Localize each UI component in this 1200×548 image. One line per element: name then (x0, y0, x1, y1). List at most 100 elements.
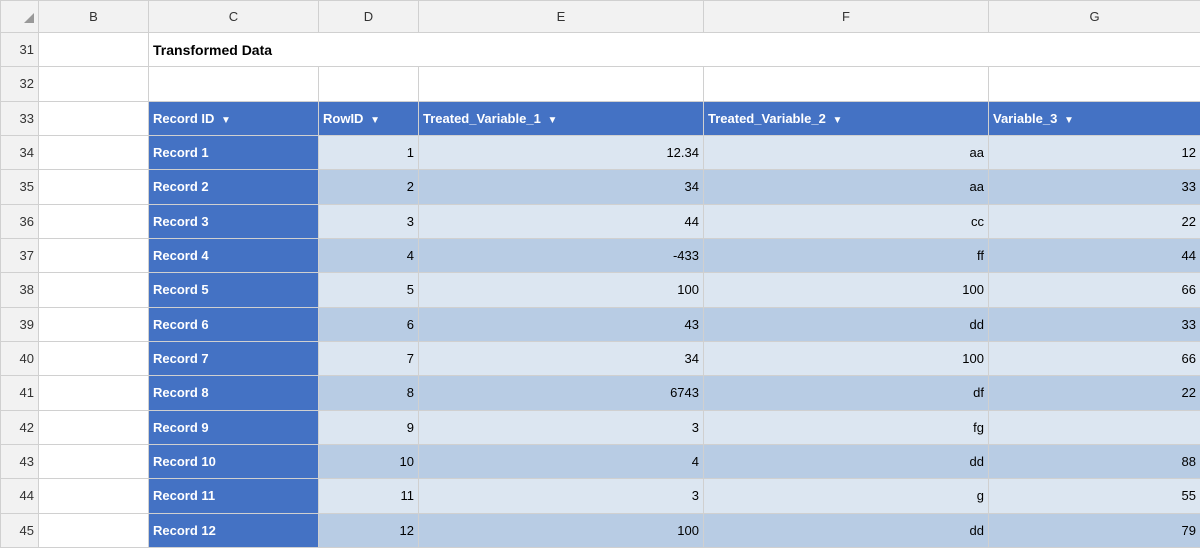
row-38: 38Record 5510010066 (1, 273, 1200, 307)
row-40: 40Record 773410066 (1, 341, 1200, 375)
dropdown-arrow-record-id[interactable]: ▼ (221, 115, 231, 126)
row-num-36: 36 (1, 204, 39, 238)
cell-tv2-37: ff (704, 238, 989, 272)
row-35: 35Record 2234aa33 (1, 170, 1200, 204)
row-num-35: 35 (1, 170, 39, 204)
row-num-32: 32 (1, 67, 39, 101)
corner-cell (1, 1, 39, 33)
cell-rowid-36: 3 (319, 204, 419, 238)
cell-b45 (39, 513, 149, 547)
cell-record-id-45: Record 12 (149, 513, 319, 547)
cell-tv1-37: -433 (419, 238, 704, 272)
cell-b34 (39, 135, 149, 169)
cell-v3-44: 55 (989, 479, 1200, 513)
cell-b37 (39, 238, 149, 272)
row-43: 43Record 10104dd88 (1, 444, 1200, 478)
cell-record-id-34: Record 1 (149, 135, 319, 169)
row-32: 32 (1, 67, 1200, 101)
dropdown-arrow-v3[interactable]: ▼ (1064, 115, 1074, 126)
row-45: 45Record 1212100dd79 (1, 513, 1200, 547)
cell-b44 (39, 479, 149, 513)
cell-b43 (39, 444, 149, 478)
cell-tv1-34: 12.34 (419, 135, 704, 169)
col-header-g[interactable]: G (989, 1, 1200, 33)
row-37: 37Record 44-433ff44 (1, 238, 1200, 272)
cell-record-id-43: Record 10 (149, 444, 319, 478)
cell-record-id-39: Record 6 (149, 307, 319, 341)
row-num-31: 31 (1, 33, 39, 67)
title-cell: Transformed Data (149, 33, 1200, 67)
cell-b40 (39, 341, 149, 375)
row-num-34: 34 (1, 135, 39, 169)
cell-tv1-38: 100 (419, 273, 704, 307)
col-header-f[interactable]: F (704, 1, 989, 33)
cell-d32 (319, 67, 419, 101)
row-39: 39Record 6643dd33 (1, 307, 1200, 341)
row-num-43: 43 (1, 444, 39, 478)
cell-tv1-41: 6743 (419, 376, 704, 410)
cell-tv2-40: 100 (704, 341, 989, 375)
spreadsheet: B C D E F G 31 Transformed Data 32 33 (0, 0, 1200, 548)
cell-tv1-42: 3 (419, 410, 704, 444)
cell-v3-37: 44 (989, 238, 1200, 272)
table-header-tv2[interactable]: Treated_Variable_2 ▼ (704, 101, 989, 135)
col-header-e[interactable]: E (419, 1, 704, 33)
cell-record-id-41: Record 8 (149, 376, 319, 410)
row-num-38: 38 (1, 273, 39, 307)
cell-tv2-35: aa (704, 170, 989, 204)
cell-v3-36: 22 (989, 204, 1200, 238)
cell-tv2-36: cc (704, 204, 989, 238)
cell-v3-41: 22 (989, 376, 1200, 410)
cell-v3-38: 66 (989, 273, 1200, 307)
col-header-c[interactable]: C (149, 1, 319, 33)
cell-record-id-42: Record 9 (149, 410, 319, 444)
cell-record-id-44: Record 11 (149, 479, 319, 513)
cell-tv1-39: 43 (419, 307, 704, 341)
cell-rowid-35: 2 (319, 170, 419, 204)
cell-tv2-43: dd (704, 444, 989, 478)
col-header-b[interactable]: B (39, 1, 149, 33)
cell-record-id-35: Record 2 (149, 170, 319, 204)
cell-b31 (39, 33, 149, 67)
dropdown-arrow-tv1[interactable]: ▼ (547, 115, 557, 126)
table-header-tv1[interactable]: Treated_Variable_1 ▼ (419, 101, 704, 135)
cell-f32 (704, 67, 989, 101)
cell-rowid-44: 11 (319, 479, 419, 513)
table-header-v3[interactable]: Variable_3 ▼ (989, 101, 1200, 135)
cell-rowid-38: 5 (319, 273, 419, 307)
cell-b42 (39, 410, 149, 444)
cell-tv1-43: 4 (419, 444, 704, 478)
col-header-d[interactable]: D (319, 1, 419, 33)
table-header-record-id[interactable]: Record ID ▼ (149, 101, 319, 135)
row-41: 41Record 886743df22 (1, 376, 1200, 410)
row-36: 36Record 3344cc22 (1, 204, 1200, 238)
row-num-39: 39 (1, 307, 39, 341)
cell-tv1-40: 34 (419, 341, 704, 375)
cell-e32 (419, 67, 704, 101)
cell-record-id-40: Record 7 (149, 341, 319, 375)
row-42: 42Record 993fg (1, 410, 1200, 444)
cell-rowid-41: 8 (319, 376, 419, 410)
cell-rowid-40: 7 (319, 341, 419, 375)
cell-tv1-45: 100 (419, 513, 704, 547)
row-34: 34Record 1112.34aa12 (1, 135, 1200, 169)
row-num-42: 42 (1, 410, 39, 444)
dropdown-arrow-tv2[interactable]: ▼ (832, 115, 842, 126)
row-num-37: 37 (1, 238, 39, 272)
cell-v3-39: 33 (989, 307, 1200, 341)
table-header-row-33: 33 Record ID ▼ RowID ▼ Treated_Variable_… (1, 101, 1200, 135)
cell-tv1-44: 3 (419, 479, 704, 513)
cell-g32 (989, 67, 1200, 101)
cell-c32 (149, 67, 319, 101)
table-header-rowid[interactable]: RowID ▼ (319, 101, 419, 135)
cell-v3-34: 12 (989, 135, 1200, 169)
cell-v3-42 (989, 410, 1200, 444)
cell-tv2-44: g (704, 479, 989, 513)
cell-b41 (39, 376, 149, 410)
cell-rowid-43: 10 (319, 444, 419, 478)
row-num-40: 40 (1, 341, 39, 375)
cell-tv1-35: 34 (419, 170, 704, 204)
cell-rowid-39: 6 (319, 307, 419, 341)
row-num-33: 33 (1, 101, 39, 135)
dropdown-arrow-rowid[interactable]: ▼ (370, 115, 380, 126)
